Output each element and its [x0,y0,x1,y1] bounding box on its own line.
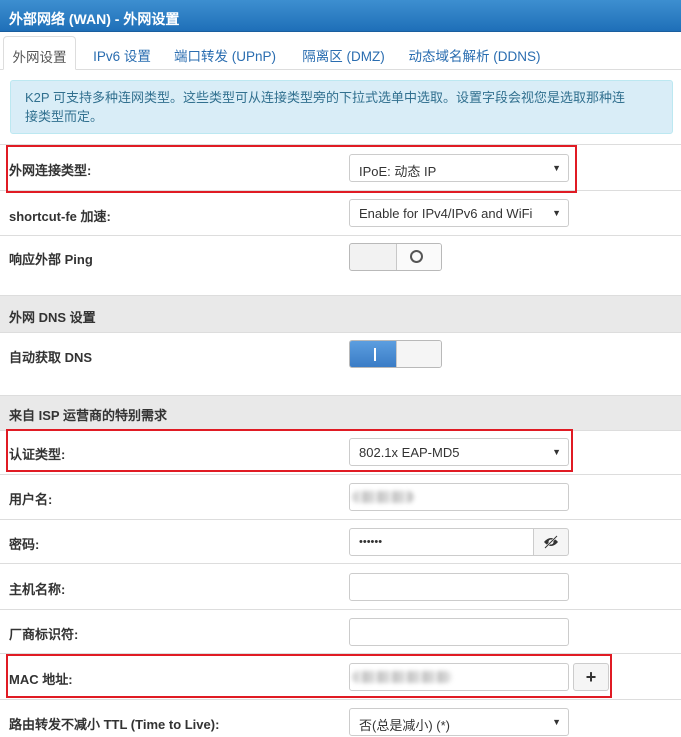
row-conn-type: 外网连接类型: IPoE: 动态 IP ▼ [0,144,681,190]
row-hostname: 主机名称: [0,563,681,609]
caret-down-icon: ▼ [552,208,561,218]
redacted-value [352,491,414,503]
password-label: 密码: [9,537,40,552]
auth-type-label: 认证类型: [9,447,66,462]
info-text-line2: 接类型而定。 [25,109,104,124]
isp-section-title: 来自 ISP 运营商的特别需求 [9,408,167,423]
row-vendor-id: 厂商标识符: [0,609,681,653]
row-username: 用户名: [0,474,681,519]
auth-type-value: 802.1x EAP-MD5 [359,445,460,460]
tab-ddns[interactable]: 动态域名解析 (DDNS) [403,36,546,70]
hostname-label: 主机名称: [9,582,66,597]
auth-type-select[interactable]: 802.1x EAP-MD5 ▼ [349,438,569,466]
password-input[interactable]: •••••• [349,528,534,556]
plus-icon[interactable]: + [573,663,609,691]
username-label: 用户名: [9,492,53,507]
tab-wan-settings[interactable]: 外网设置 [3,36,76,70]
tab-ipv6[interactable]: IPv6 设置 [86,36,158,70]
page-title: 外部网络 (WAN) - 外网设置 [0,0,681,32]
vendor-id-input[interactable] [349,618,569,646]
caret-down-icon: ▼ [552,163,561,173]
circle-icon [410,250,423,263]
redacted-value [352,671,452,683]
ping-toggle[interactable] [349,243,442,271]
row-ping: 响应外部 Ping [0,235,681,295]
ping-label: 响应外部 Ping [9,252,93,267]
conn-type-value: IPoE: 动态 IP [359,164,437,179]
row-auth-type: 认证类型: 802.1x EAP-MD5 ▼ [0,430,681,474]
tab-bar: 外网设置 IPv6 设置 端口转发 (UPnP) 隔离区 (DMZ) 动态域名解… [0,32,681,70]
conn-type-label: 外网连接类型: [9,163,92,178]
shortcut-value: Enable for IPv4/IPv6 and WiFi [359,206,533,221]
ttl-select[interactable]: 否(总是减小) (*) ▼ [349,708,569,736]
row-shortcut-fe: shortcut-fe 加速: Enable for IPv4/IPv6 and… [0,190,681,235]
section-dns: 外网 DNS 设置 [0,295,681,332]
shortcut-select[interactable]: Enable for IPv4/IPv6 and WiFi ▼ [349,199,569,227]
mac-input[interactable] [349,663,569,691]
username-input[interactable] [349,483,569,511]
mac-label: MAC 地址: [9,672,73,687]
vendor-id-label: 厂商标识符: [9,627,79,642]
toggle-on-knob [350,341,396,367]
dns-section-title: 外网 DNS 设置 [9,310,96,325]
auto-dns-toggle[interactable] [349,340,442,368]
section-isp: 来自 ISP 运营商的特别需求 [0,395,681,430]
tab-dmz[interactable]: 隔离区 (DMZ) [297,36,390,70]
shortcut-label: shortcut-fe 加速: [9,209,111,224]
caret-down-icon: ▼ [552,717,561,727]
caret-down-icon: ▼ [552,447,561,457]
eye-slash-icon [544,535,558,549]
bar-icon [374,348,376,361]
row-auto-dns: 自动获取 DNS [0,332,681,395]
conn-type-select[interactable]: IPoE: 动态 IP ▼ [349,154,569,182]
tab-upnp[interactable]: 端口转发 (UPnP) [170,36,280,70]
info-text-line1: K2P 可支持多种连网类型。这些类型可从连接类型旁的下拉式选单中选取。设置字段会… [25,90,625,105]
show-password-button[interactable] [533,528,569,556]
toggle-off-half [396,341,441,367]
row-mac: MAC 地址: + [0,653,681,699]
row-password: 密码: •••••• [0,519,681,563]
info-alert: K2P 可支持多种连网类型。这些类型可从连接类型旁的下拉式选单中选取。设置字段会… [10,80,673,134]
ttl-label: 路由转发不减小 TTL (Time to Live): [9,717,220,732]
auto-dns-label: 自动获取 DNS [9,350,93,365]
row-ttl: 路由转发不减小 TTL (Time to Live): 否(总是减小) (*) … [0,699,681,737]
hostname-input[interactable] [349,573,569,601]
ttl-value: 否(总是减小) (*) [359,718,450,733]
